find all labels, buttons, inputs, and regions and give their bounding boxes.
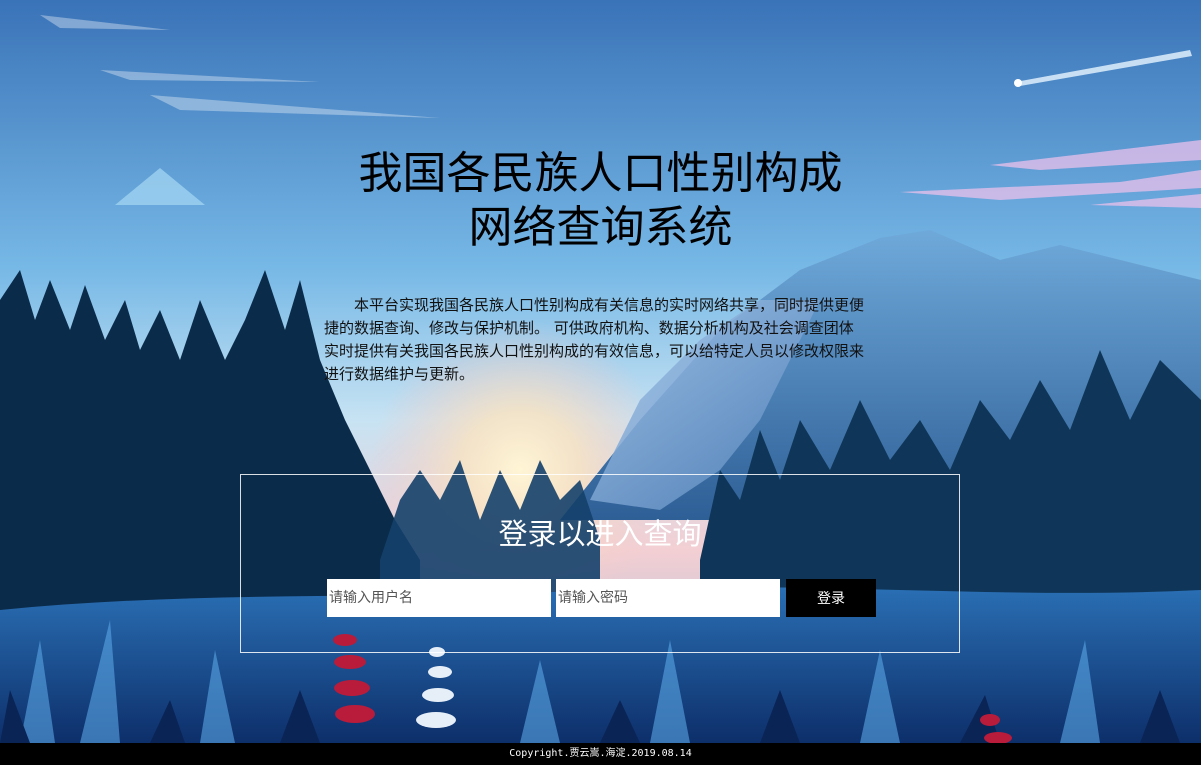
page-title-line1: 我国各民族人口性别构成 xyxy=(358,148,843,199)
username-input[interactable] xyxy=(327,579,551,617)
footer-copyright: Copyright.贾云嵩.海淀.2019.08.14 xyxy=(0,743,1201,765)
password-input[interactable] xyxy=(556,579,780,617)
login-panel: 登录以进入查询 登录 xyxy=(240,474,960,653)
page-title-line2: 网络查询系统 xyxy=(468,202,733,253)
login-heading: 登录以进入查询 xyxy=(498,517,702,551)
login-button[interactable]: 登录 xyxy=(786,579,876,617)
intro-paragraph: 本平台实现我国各民族人口性别构成有关信息的实时网络共享，同时提供更便捷的数据查询… xyxy=(324,296,865,383)
